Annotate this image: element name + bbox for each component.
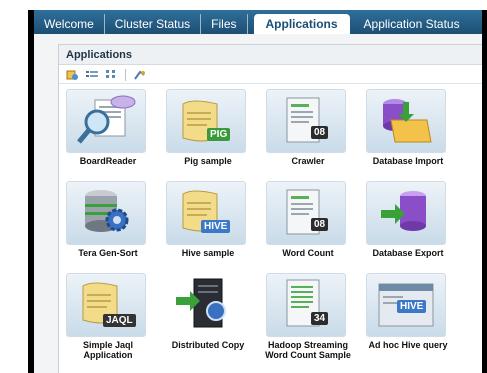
main-content: Applications BoardReader PIG Pig sample …	[34, 34, 482, 373]
tab-files[interactable]: Files	[201, 14, 248, 34]
scroll-hive-icon: HIVE	[166, 181, 246, 245]
app-label: BoardReader	[79, 156, 137, 166]
app-label: Hadoop Streaming Word Count Sample	[265, 340, 351, 360]
app-tile-tera-gen-sort[interactable]: Tera Gen-Sort	[59, 181, 157, 271]
document-34-icon: 34	[266, 273, 346, 337]
hive-badge: HIVE	[201, 220, 231, 233]
pig-badge: PIG	[207, 128, 231, 141]
scroll-jaql-icon: JAQL	[66, 273, 146, 337]
database-import-icon	[366, 89, 446, 153]
app-label: Ad hoc Hive query	[368, 340, 448, 350]
app-label: Database Export	[372, 248, 444, 258]
hive-window-icon: HIVE	[366, 273, 446, 337]
tab-applications[interactable]: Applications	[253, 14, 350, 34]
document-08-icon: 08	[266, 181, 346, 245]
applications-panel: Applications BoardReader PIG Pig sample …	[58, 44, 482, 373]
app-tile-ad-hoc-hive-query[interactable]: HIVE Ad hoc Hive query	[359, 273, 457, 373]
refresh-icon[interactable]	[65, 69, 79, 81]
counter-badge: 08	[311, 126, 329, 139]
app-tile-distributed-copy[interactable]: Distributed Copy	[159, 273, 257, 373]
app-tile-hive-sample[interactable]: HIVE Hive sample	[159, 181, 257, 271]
jaql-badge: JAQL	[103, 314, 136, 327]
app-tile-hadoop-streaming[interactable]: 34 Hadoop Streaming Word Count Sample	[259, 273, 357, 373]
app-tile-database-export[interactable]: Database Export	[359, 181, 457, 271]
toolbar-divider	[125, 68, 126, 81]
counter-badge: 08	[311, 218, 329, 231]
panel-title: Applications	[59, 45, 482, 65]
scroll-pig-icon: PIG	[166, 89, 246, 153]
panel-toolbar	[59, 66, 482, 84]
app-label: Distributed Copy	[171, 340, 245, 350]
app-label: Pig sample	[184, 156, 232, 166]
settings-icon[interactable]	[132, 69, 146, 81]
counter-badge: 34	[311, 312, 329, 325]
app-label: Database Import	[372, 156, 444, 166]
document-08-icon: 08	[266, 89, 346, 153]
database-gear-icon	[66, 181, 146, 245]
app-label: Tera Gen-Sort	[78, 248, 138, 258]
app-label: Simple Jaql Application	[82, 340, 134, 360]
database-export-icon	[366, 181, 446, 245]
list-view-icon[interactable]	[85, 69, 99, 81]
hive-badge: HIVE	[397, 300, 427, 313]
app-tile-pig-sample[interactable]: PIG Pig sample	[159, 89, 257, 179]
app-tile-database-import[interactable]: Database Import	[359, 89, 457, 179]
app-label: Word Count	[282, 248, 334, 258]
app-label: Crawler	[291, 156, 325, 166]
top-nav: Welcome Cluster Status Files Application…	[34, 10, 482, 34]
tab-application-status[interactable]: Application Status	[354, 14, 470, 34]
app-tile-boardreader[interactable]: BoardReader	[59, 89, 157, 179]
tile-view-icon[interactable]	[105, 69, 119, 81]
magnifier-document-icon	[66, 89, 146, 153]
app-tile-crawler[interactable]: 08 Crawler	[259, 89, 357, 179]
app-tile-word-count[interactable]: 08 Word Count	[259, 181, 357, 271]
tab-welcome[interactable]: Welcome	[34, 14, 105, 34]
app-tile-simple-jaql-application[interactable]: JAQL Simple Jaql Application	[59, 273, 157, 373]
app-label: Hive sample	[181, 248, 235, 258]
server-copy-icon	[166, 273, 244, 335]
tab-cluster-status[interactable]: Cluster Status	[105, 14, 202, 34]
